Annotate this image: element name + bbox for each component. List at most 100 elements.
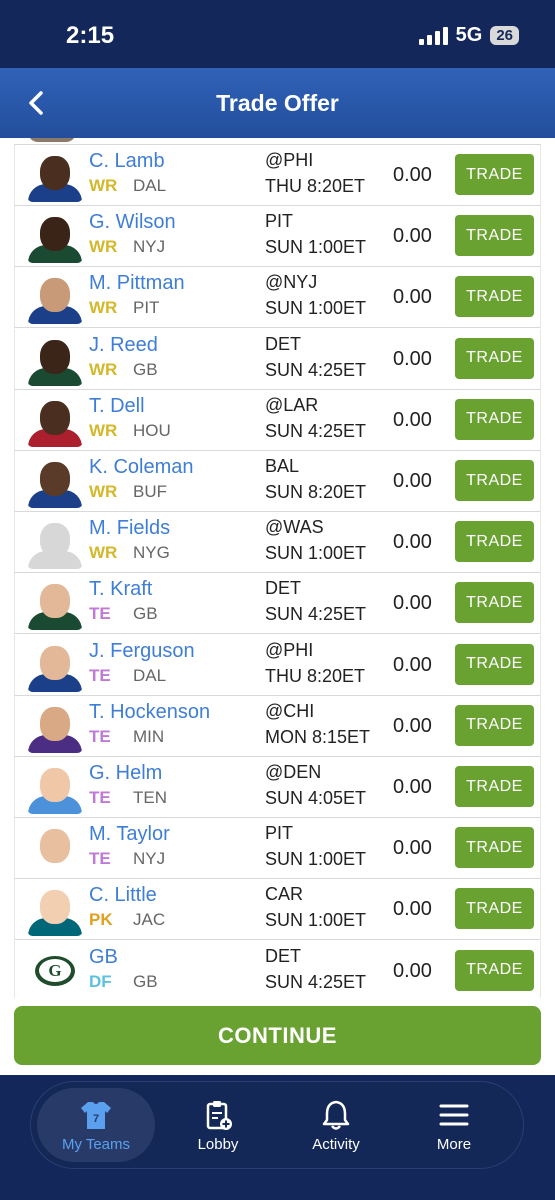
player-row[interactable]: K. Coleman WR BUF BAL SUN 8:20ET 0.00 TRADE xyxy=(14,451,541,512)
trade-button[interactable]: TRADE xyxy=(455,949,534,991)
fantasy-points: 0.00 xyxy=(393,347,432,370)
player-name[interactable]: M. Fields xyxy=(89,517,170,540)
game-time: THU 8:20ET xyxy=(265,665,366,686)
nav-header: Trade Offer xyxy=(0,68,555,138)
player-name[interactable]: J. Reed xyxy=(89,334,158,357)
player-name[interactable]: GB xyxy=(89,946,118,969)
player-position: TE xyxy=(89,726,111,746)
player-row[interactable]: M. Pittman WR PIT @NYJ SUN 1:00ET 0.00 TRADE xyxy=(14,267,541,329)
avatar xyxy=(27,578,83,631)
opponent: @NYJ xyxy=(265,272,318,293)
status-time: 2:15 xyxy=(66,22,115,49)
fantasy-points: 0.00 xyxy=(393,776,432,798)
player-name[interactable]: J. Ferguson xyxy=(89,640,195,663)
tab-more[interactable]: More xyxy=(395,1088,513,1162)
player-row[interactable]: M. Taylor TE NYJ PIT SUN 1:00ET 0.00 TRADE xyxy=(14,818,541,880)
game-time: THU 8:20ET xyxy=(265,176,366,196)
trade-button[interactable]: TRADE xyxy=(455,521,534,563)
player-position: TE xyxy=(89,665,111,685)
avatar xyxy=(27,762,83,814)
game-time: SUN 4:25ET xyxy=(265,971,367,992)
trade-button[interactable]: TRADE xyxy=(455,827,534,869)
player-row[interactable]: T. Hockenson TE MIN @CHI MON 8:15ET 0.00 TRADE xyxy=(14,695,541,757)
tab-badge: 7 xyxy=(93,1113,99,1125)
trade-button[interactable]: TRADE xyxy=(455,337,534,379)
tab-label: Activity xyxy=(312,1135,360,1153)
avatar xyxy=(27,395,83,447)
player-row[interactable]: C. Lamb WR DAL @PHI THU 8:20ET 0.00 TRADE xyxy=(14,145,541,206)
jersey-icon: 7 xyxy=(81,1101,111,1129)
avatar xyxy=(27,640,83,692)
opponent: PIT xyxy=(265,211,294,232)
tab-bar: 7 My Teams Lobby Activity More xyxy=(30,1081,524,1169)
trade-button[interactable]: TRADE xyxy=(455,215,534,257)
opponent: @CHI xyxy=(265,700,315,721)
player-name[interactable]: C. Lamb xyxy=(89,150,165,173)
player-name[interactable]: M. Taylor xyxy=(89,823,170,846)
opponent: @PHI xyxy=(265,150,314,170)
player-name[interactable]: G. Wilson xyxy=(89,211,176,234)
tab-lobby[interactable]: Lobby xyxy=(159,1088,277,1162)
fantasy-points: 0.00 xyxy=(393,164,432,186)
avatar xyxy=(27,884,83,937)
avatar xyxy=(27,701,83,753)
player-list[interactable]: C. Lamb WR DAL @PHI THU 8:20ET 0.00 TRADE G. Wi… xyxy=(0,138,555,998)
status-indicators: 5G 26 xyxy=(418,24,519,47)
trade-button[interactable]: TRADE xyxy=(455,460,534,501)
player-team: NYJ xyxy=(133,849,166,869)
continue-button[interactable]: CONTINUE xyxy=(14,1006,541,1065)
player-row[interactable]: C. Little PK JAC CAR SUN 1:00ET 0.00 TRADE xyxy=(14,879,541,941)
player-row[interactable]: J. Ferguson TE DAL @PHI THU 8:20ET 0.00 TRADE xyxy=(14,634,541,696)
player-position: WR xyxy=(89,176,118,195)
player-name[interactable]: T. Hockenson xyxy=(89,701,210,724)
tab-label: My Teams xyxy=(61,1135,131,1153)
player-name[interactable]: M. Pittman xyxy=(89,272,185,295)
player-row[interactable]: T. Dell WR HOU @LAR SUN 4:25ET 0.00 TRADE xyxy=(14,389,541,451)
game-time: SUN 8:20ET xyxy=(265,482,367,502)
trade-button[interactable]: TRADE xyxy=(455,643,534,685)
game-time: SUN 1:00ET xyxy=(265,910,367,931)
trade-button[interactable]: TRADE xyxy=(455,582,534,624)
trade-button[interactable]: TRADE xyxy=(455,398,534,440)
avatar xyxy=(27,272,83,325)
opponent: PIT xyxy=(265,823,294,844)
tab-label: Lobby xyxy=(197,1135,239,1153)
player-row[interactable]: G. Wilson WR NYJ PIT SUN 1:00ET 0.00 TRADE xyxy=(14,206,541,268)
player-position: TE xyxy=(89,849,111,869)
player-team: NYG xyxy=(133,543,170,563)
tab-activity[interactable]: Activity xyxy=(277,1088,395,1162)
player-name[interactable]: T. Dell xyxy=(89,395,145,418)
player-team: DAL xyxy=(133,176,167,195)
player-row[interactable]: T. Kraft TE GB DET SUN 4:25ET 0.00 TRADE xyxy=(14,573,541,635)
trade-button[interactable]: TRADE xyxy=(455,888,534,930)
fantasy-points: 0.00 xyxy=(393,286,432,309)
player-name[interactable]: K. Coleman xyxy=(89,456,194,479)
tab-my-teams[interactable]: 7 My Teams xyxy=(37,1088,155,1162)
game-time: SUN 4:05ET xyxy=(265,788,367,808)
player-name[interactable]: C. Little xyxy=(89,884,157,907)
opponent: DET xyxy=(265,945,301,966)
trade-button[interactable]: TRADE xyxy=(455,276,534,318)
player-row[interactable]: M. Fields WR NYG @WAS SUN 1:00ET 0.00 TRADE xyxy=(14,512,541,574)
opponent: @PHI xyxy=(265,639,314,660)
continue-area: CONTINUE xyxy=(0,998,555,1075)
player-team: GB xyxy=(133,971,158,991)
player-position: WR xyxy=(89,482,118,501)
trade-button[interactable]: TRADE xyxy=(455,766,534,807)
player-name[interactable]: T. Kraft xyxy=(89,578,152,601)
tab-label: More xyxy=(436,1135,472,1153)
clipboard-add-icon xyxy=(206,1100,232,1130)
game-time: SUN 1:00ET xyxy=(265,298,367,319)
player-row[interactable]: G. Helm TE TEN @DEN SUN 4:05ET 0.00 TRADE xyxy=(14,757,541,818)
game-time: SUN 1:00ET xyxy=(265,543,367,564)
trade-button[interactable]: TRADE xyxy=(455,154,534,195)
game-time: SUN 4:25ET xyxy=(265,420,367,441)
player-row[interactable]: G GB DF GB DET SUN 4:25ET 0.00 TRADE xyxy=(14,940,541,998)
player-team: GB xyxy=(133,604,158,624)
trade-button[interactable]: TRADE xyxy=(455,704,534,746)
battery-icon: 26 xyxy=(490,26,519,45)
avatar xyxy=(27,211,83,264)
player-name[interactable]: G. Helm xyxy=(89,762,162,785)
player-row[interactable]: J. Reed WR GB DET SUN 4:25ET 0.00 TRADE xyxy=(14,328,541,390)
player-team: GB xyxy=(133,359,158,379)
